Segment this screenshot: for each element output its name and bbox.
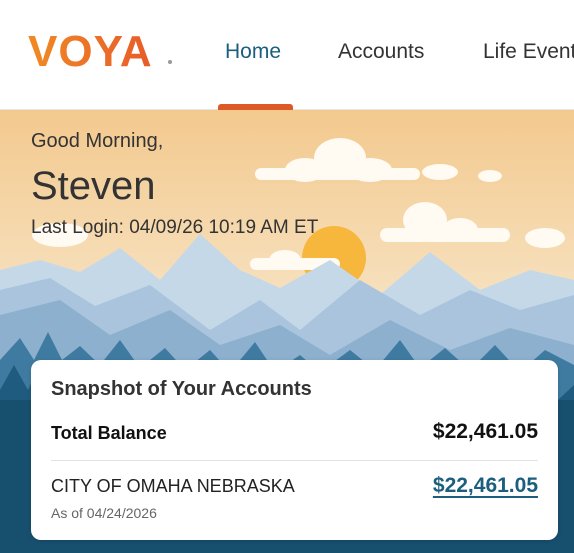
total-balance-label: Total Balance	[51, 423, 167, 443]
user-name: Steven	[31, 164, 156, 208]
last-login-text: Last Login: 04/09/26 10:19 AM ET	[31, 217, 319, 238]
top-header: VOYA Home Accounts Life Events	[0, 0, 574, 110]
main-nav: Home Accounts Life Events	[0, 0, 574, 110]
account-balance-link[interactable]: $22,461.05	[433, 474, 538, 498]
card-divider	[51, 460, 538, 461]
account-as-of-date: As of 04/24/2026	[51, 505, 157, 521]
total-balance-value: $22,461.05	[432, 420, 538, 443]
nav-active-indicator	[218, 104, 293, 110]
nav-life-events[interactable]: Life Events	[483, 40, 574, 64]
account-name: CITY OF OMAHA NEBRASKA	[51, 476, 295, 496]
snapshot-title: Snapshot of Your Accounts	[51, 378, 312, 400]
accounts-snapshot-card: Snapshot of Your Accounts Total Balance …	[31, 360, 558, 540]
greeting-salutation: Good Morning,	[31, 130, 164, 152]
nav-accounts[interactable]: Accounts	[338, 40, 424, 64]
nav-home[interactable]: Home	[225, 40, 281, 64]
